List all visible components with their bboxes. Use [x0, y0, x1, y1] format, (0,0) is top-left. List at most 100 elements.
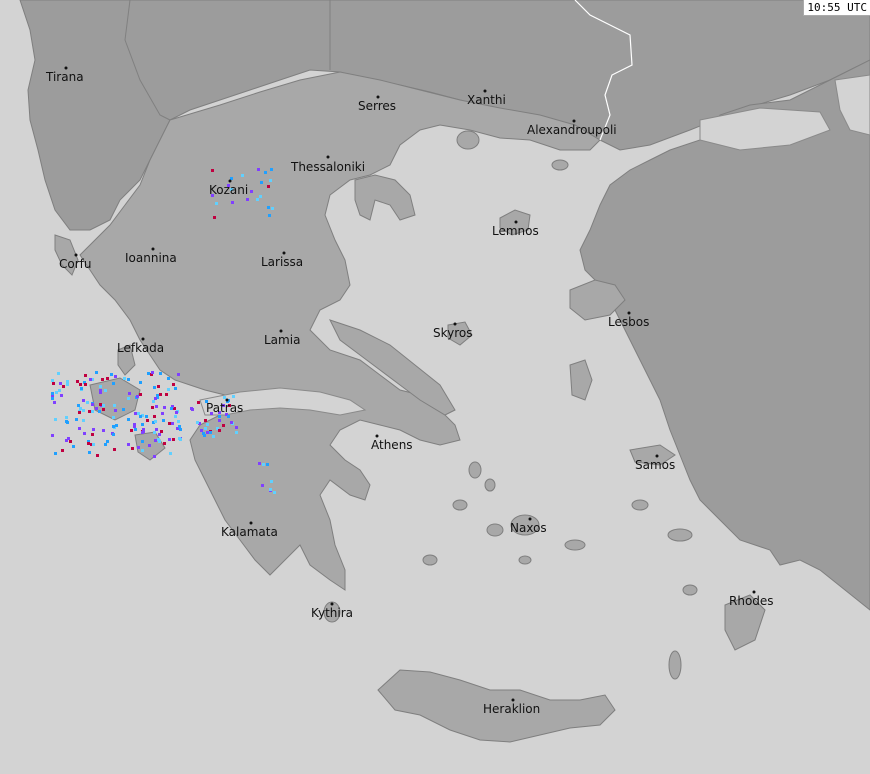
strike-mark: [79, 383, 82, 386]
strike-mark: [152, 400, 155, 403]
city-alexandroupoli[interactable]: Alexandroupoli: [527, 119, 617, 138]
city-kozani[interactable]: Kozani: [209, 179, 248, 198]
strike-mark: [230, 177, 233, 180]
strike-mark: [268, 214, 271, 217]
city-patras[interactable]: Patras: [206, 398, 243, 416]
strike-mark: [113, 448, 116, 451]
strike-mark: [114, 375, 117, 378]
strike-mark: [112, 433, 115, 436]
city-lesbos[interactable]: Lesbos: [608, 311, 649, 330]
strike-mark: [259, 195, 262, 198]
lightning-map[interactable]: Tirana Serres Xanthi Alexandroupoli Thes…: [0, 0, 870, 774]
strike-mark: [98, 410, 101, 413]
city-kalamata[interactable]: Kalamata: [221, 521, 278, 540]
strike-mark: [110, 373, 113, 376]
strike-mark: [106, 377, 109, 380]
city-skyros[interactable]: Skyros: [433, 322, 473, 341]
strike-mark: [112, 425, 115, 428]
amorgos-island: [564, 539, 586, 551]
city-label: Tirana: [45, 70, 84, 84]
strike-mark: [82, 409, 85, 412]
strike-mark: [99, 385, 102, 388]
strike-mark: [215, 202, 218, 205]
strike-mark: [235, 431, 238, 434]
strike-mark: [134, 428, 137, 431]
strike-mark: [127, 397, 130, 400]
strike-mark: [82, 399, 85, 402]
strike-mark: [65, 416, 68, 419]
strike-mark: [83, 432, 86, 435]
strike-mark: [204, 427, 207, 430]
strike-mark: [59, 382, 62, 385]
strike-mark: [53, 401, 56, 404]
city-lamia[interactable]: Lamia: [264, 329, 300, 348]
map-canvas: Tirana Serres Xanthi Alexandroupoli Thes…: [0, 0, 870, 774]
city-label: Athens: [371, 438, 413, 452]
strike-mark: [72, 445, 75, 448]
strike-mark: [95, 371, 98, 374]
strike-mark: [264, 171, 267, 174]
strike-mark: [55, 391, 58, 394]
city-ioannina[interactable]: Ioannina: [125, 247, 177, 266]
city-label: Alexandroupoli: [527, 123, 617, 137]
strike-mark: [69, 440, 72, 443]
strike-mark: [209, 431, 212, 434]
strike-mark: [155, 428, 158, 431]
city-xanthi[interactable]: Xanthi: [467, 89, 506, 108]
strike-mark: [269, 488, 272, 491]
strike-mark: [127, 443, 130, 446]
strike-mark: [151, 406, 154, 409]
strike-mark: [178, 425, 181, 428]
strike-mark: [52, 382, 55, 385]
strike-mark: [174, 415, 177, 418]
city-label: Lesbos: [608, 315, 649, 329]
city-label: Heraklion: [483, 702, 540, 716]
strike-mark: [175, 411, 178, 414]
city-athens[interactable]: Athens: [371, 434, 413, 453]
strike-mark: [203, 434, 206, 437]
city-label: Samos: [635, 458, 675, 472]
city-lefkada[interactable]: Lefkada: [117, 337, 164, 356]
strike-mark: [168, 438, 171, 441]
strike-mark: [91, 410, 94, 413]
strike-mark: [232, 395, 235, 398]
strike-mark: [222, 424, 225, 427]
strike-mark: [153, 431, 156, 434]
strike-mark: [66, 421, 69, 424]
city-heraklion[interactable]: Heraklion: [483, 698, 540, 717]
city-corfu[interactable]: Corfu: [59, 253, 91, 272]
strike-mark: [84, 383, 87, 386]
strike-mark: [153, 386, 156, 389]
strike-mark: [170, 407, 173, 410]
strike-mark: [168, 422, 171, 425]
strike-mark: [95, 407, 98, 410]
strike-mark: [128, 392, 131, 395]
city-tirana[interactable]: Tirana: [45, 66, 84, 85]
city-rhodes[interactable]: Rhodes: [729, 590, 774, 609]
city-label: Kalamata: [221, 525, 278, 539]
city-lemnos[interactable]: Lemnos: [492, 220, 539, 239]
strike-mark: [112, 416, 115, 419]
city-serres[interactable]: Serres: [358, 95, 396, 114]
city-kythira[interactable]: Kythira: [311, 602, 353, 621]
city-label: Ioannina: [125, 251, 177, 265]
andros-island: [468, 461, 482, 479]
city-label: Rhodes: [729, 594, 774, 608]
strike-mark: [218, 419, 221, 422]
strike-mark: [172, 383, 175, 386]
strike-mark: [88, 451, 91, 454]
strike-mark: [169, 452, 172, 455]
strike-mark: [115, 424, 118, 427]
strike-mark: [177, 420, 180, 423]
strike-mark: [211, 169, 214, 172]
strike-mark: [67, 437, 70, 440]
strike-mark: [162, 419, 165, 422]
strike-mark: [213, 216, 216, 219]
city-larissa[interactable]: Larissa: [261, 251, 303, 270]
city-label: Naxos: [510, 521, 547, 535]
strike-mark: [66, 383, 69, 386]
city-samos[interactable]: Samos: [635, 454, 675, 473]
strike-mark: [218, 429, 221, 432]
strike-mark: [96, 454, 99, 457]
city-naxos[interactable]: Naxos: [510, 517, 547, 536]
